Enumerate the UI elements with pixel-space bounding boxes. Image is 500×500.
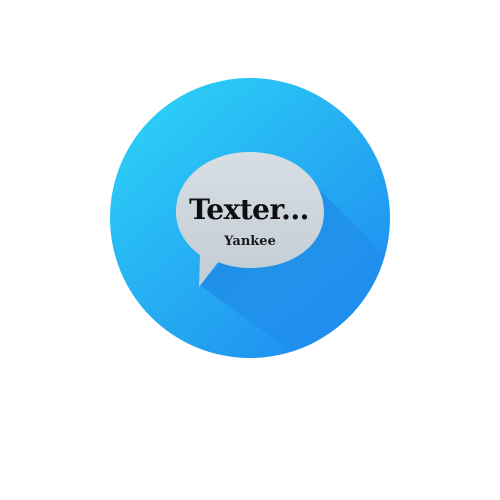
logo-title: Texter... (189, 193, 309, 226)
logo-subtitle: Yankee (224, 234, 276, 249)
app-logo-graphic (110, 78, 390, 358)
logo-canvas: Texter... Yankee (0, 0, 500, 500)
